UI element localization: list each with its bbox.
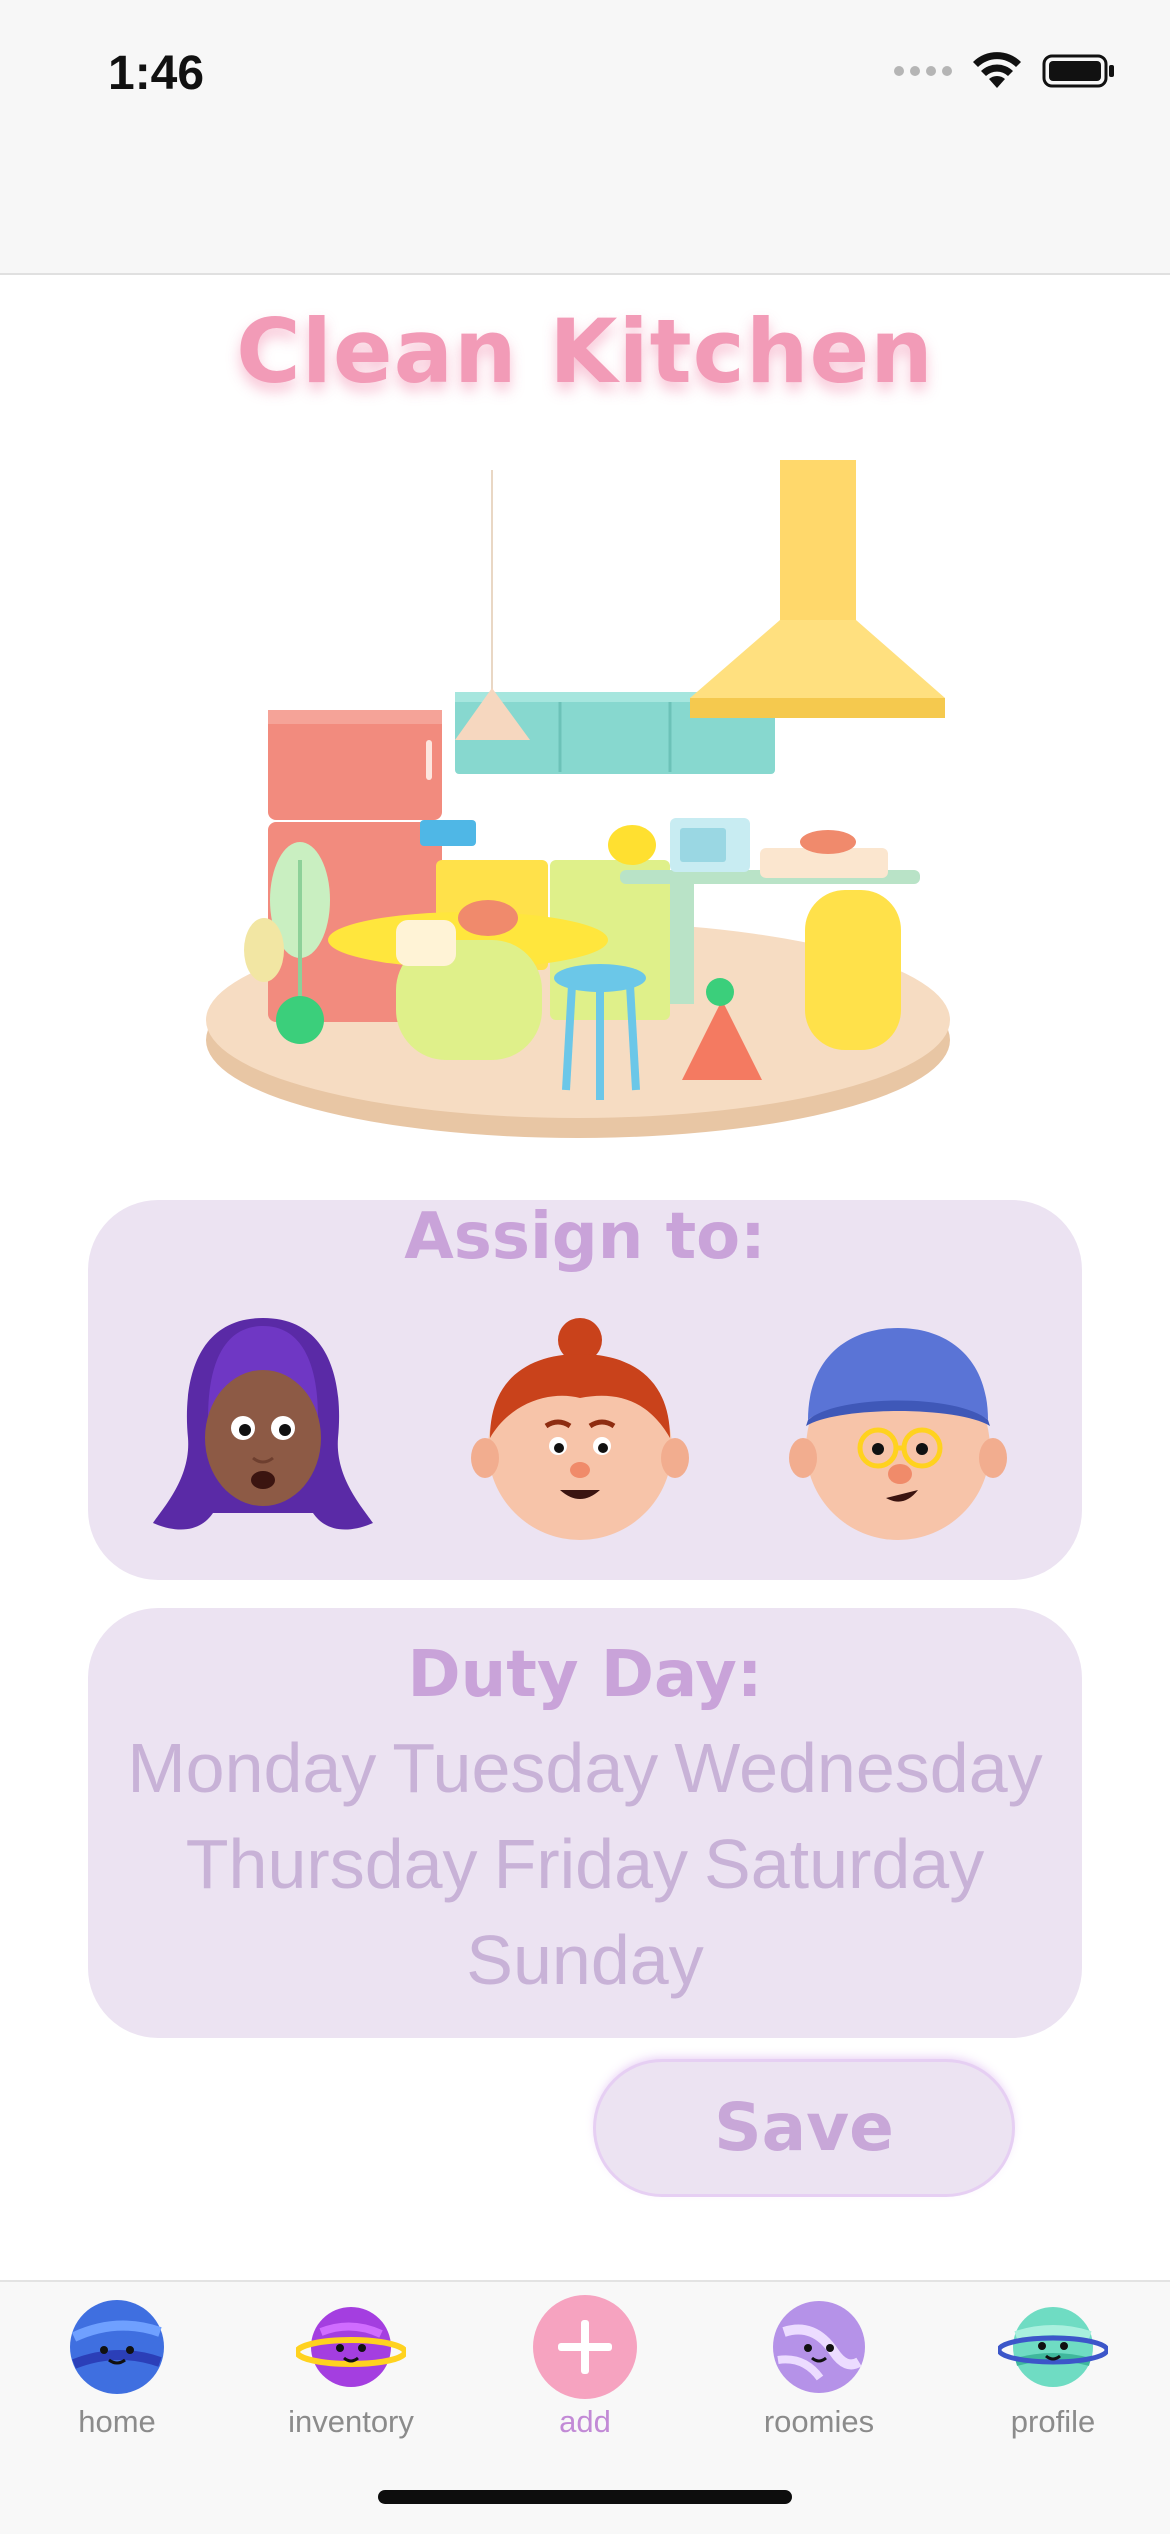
save-button[interactable]: Save xyxy=(596,2062,1012,2194)
day-thursday[interactable]: Thursday xyxy=(186,1816,478,1912)
status-time: 1:46 xyxy=(108,47,205,100)
status-icons xyxy=(894,52,1116,90)
avatar-blue-cap[interactable] xyxy=(778,1308,1018,1548)
day-wednesday[interactable]: Wednesday xyxy=(674,1720,1042,1816)
duty-day-card: Duty Day: Monday Tuesday Wednesday Thursda… xyxy=(88,1608,1082,2038)
home-indicator xyxy=(378,2490,792,2504)
avatar-purple-hair[interactable] xyxy=(143,1308,383,1548)
status-bar: 1:46 xyxy=(0,0,1170,275)
tab-add-label: add xyxy=(559,2404,611,2439)
tab-profile[interactable]: profile xyxy=(936,2292,1170,2442)
tab-roomies[interactable]: roomies xyxy=(702,2292,936,2442)
duty-day-options: Monday Tuesday Wednesday Thursday Friday Sat… xyxy=(88,1720,1082,2008)
kitchen-illustration xyxy=(206,460,950,1138)
planet-teal-ringed-icon xyxy=(998,2307,1108,2387)
day-tuesday[interactable]: Tuesday xyxy=(392,1720,658,1816)
cellular-signal-icon xyxy=(894,66,952,76)
assign-heading: Assign to: xyxy=(404,1200,766,1274)
day-friday[interactable]: Friday xyxy=(494,1816,688,1912)
day-monday[interactable]: Monday xyxy=(127,1720,376,1816)
tab-roomies-label: roomies xyxy=(763,2404,875,2439)
duty-day-heading: Duty Day: xyxy=(407,1638,763,1712)
wifi-icon xyxy=(973,52,1021,88)
planet-blue-icon xyxy=(70,2300,164,2394)
planet-swirl-icon xyxy=(773,2301,865,2393)
planet-ringed-purple-icon xyxy=(296,2307,406,2387)
tab-add[interactable]: add xyxy=(468,2292,702,2442)
assign-card: Assign to: xyxy=(88,1200,1082,1580)
battery-icon xyxy=(1042,54,1114,88)
tab-home[interactable]: home xyxy=(0,2292,234,2442)
avatar-red-bun[interactable] xyxy=(460,1308,700,1548)
tab-home-label: home xyxy=(78,2404,156,2439)
plus-icon xyxy=(533,2295,637,2399)
tab-profile-label: profile xyxy=(1010,2404,1096,2439)
tab-inventory[interactable]: inventory xyxy=(234,2292,468,2442)
day-sunday[interactable]: Sunday xyxy=(466,1912,703,2008)
page-title: Clean Kitchen xyxy=(236,300,934,403)
avatar-list xyxy=(88,1308,1082,1558)
tab-inventory-label: inventory xyxy=(288,2404,414,2439)
day-saturday[interactable]: Saturday xyxy=(704,1816,984,1912)
